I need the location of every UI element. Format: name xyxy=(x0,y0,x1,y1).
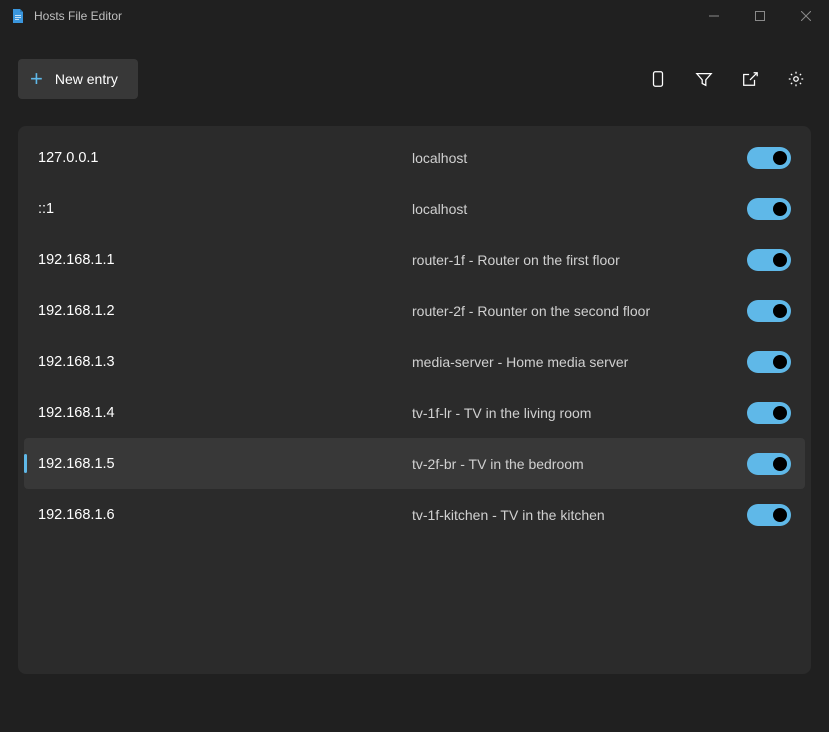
filter-icon[interactable] xyxy=(695,70,713,88)
entry-toggle[interactable] xyxy=(747,300,791,322)
toolbar-right xyxy=(649,70,805,88)
hosts-entry-row[interactable]: 127.0.0.1localhost xyxy=(24,132,805,183)
hosts-list-panel: 127.0.0.1localhost::1localhost192.168.1.… xyxy=(18,126,811,674)
entry-ip: 192.168.1.5 xyxy=(38,456,412,472)
new-entry-label: New entry xyxy=(55,71,118,87)
maximize-button[interactable] xyxy=(737,0,783,32)
entry-host: localhost xyxy=(412,201,747,217)
toggle-knob xyxy=(773,457,787,471)
entry-ip: 127.0.0.1 xyxy=(38,150,412,166)
entry-host: tv-2f-br - TV in the bedroom xyxy=(412,456,747,472)
entry-host: tv-1f-lr - TV in the living room xyxy=(412,405,747,421)
window-controls xyxy=(691,0,829,32)
entry-host: localhost xyxy=(412,150,747,166)
toggle-knob xyxy=(773,508,787,522)
entry-ip: 192.168.1.1 xyxy=(38,252,412,268)
entry-toggle[interactable] xyxy=(747,351,791,373)
close-button[interactable] xyxy=(783,0,829,32)
entry-host: router-1f - Router on the first floor xyxy=(412,252,747,268)
entry-toggle[interactable] xyxy=(747,249,791,271)
hosts-entry-row[interactable]: 192.168.1.4tv-1f-lr - TV in the living r… xyxy=(24,387,805,438)
app-title: Hosts File Editor xyxy=(34,9,122,23)
additional-lines-icon[interactable] xyxy=(649,70,667,88)
entry-host: media-server - Home media server xyxy=(412,354,747,370)
plus-icon: + xyxy=(30,68,43,90)
entry-ip: 192.168.1.2 xyxy=(38,303,412,319)
titlebar-left: Hosts File Editor xyxy=(10,8,122,24)
toggle-knob xyxy=(773,406,787,420)
toggle-knob xyxy=(773,304,787,318)
hosts-entry-row[interactable]: 192.168.1.5tv-2f-br - TV in the bedroom xyxy=(24,438,805,489)
app-icon xyxy=(10,8,26,24)
entry-host: router-2f - Rounter on the second floor xyxy=(412,303,747,319)
entry-toggle[interactable] xyxy=(747,453,791,475)
toolbar: + New entry xyxy=(0,32,829,126)
hosts-entry-row[interactable]: ::1localhost xyxy=(24,183,805,234)
entry-ip: ::1 xyxy=(38,201,412,217)
hosts-entry-row[interactable]: 192.168.1.3media-server - Home media ser… xyxy=(24,336,805,387)
entry-ip: 192.168.1.6 xyxy=(38,507,412,523)
minimize-button[interactable] xyxy=(691,0,737,32)
entry-host: tv-1f-kitchen - TV in the kitchen xyxy=(412,507,747,523)
toggle-knob xyxy=(773,253,787,267)
hosts-entry-row[interactable]: 192.168.1.1router-1f - Router on the fir… xyxy=(24,234,805,285)
toggle-knob xyxy=(773,151,787,165)
toggle-knob xyxy=(773,202,787,216)
hosts-entry-row[interactable]: 192.168.1.6tv-1f-kitchen - TV in the kit… xyxy=(24,489,805,540)
entry-toggle[interactable] xyxy=(747,402,791,424)
entry-toggle[interactable] xyxy=(747,504,791,526)
entry-toggle[interactable] xyxy=(747,147,791,169)
new-entry-button[interactable]: + New entry xyxy=(18,59,138,99)
titlebar: Hosts File Editor xyxy=(0,0,829,32)
entry-ip: 192.168.1.3 xyxy=(38,354,412,370)
toggle-knob xyxy=(773,355,787,369)
settings-icon[interactable] xyxy=(787,70,805,88)
open-external-icon[interactable] xyxy=(741,70,759,88)
entry-toggle[interactable] xyxy=(747,198,791,220)
hosts-entry-row[interactable]: 192.168.1.2router-2f - Rounter on the se… xyxy=(24,285,805,336)
entry-ip: 192.168.1.4 xyxy=(38,405,412,421)
